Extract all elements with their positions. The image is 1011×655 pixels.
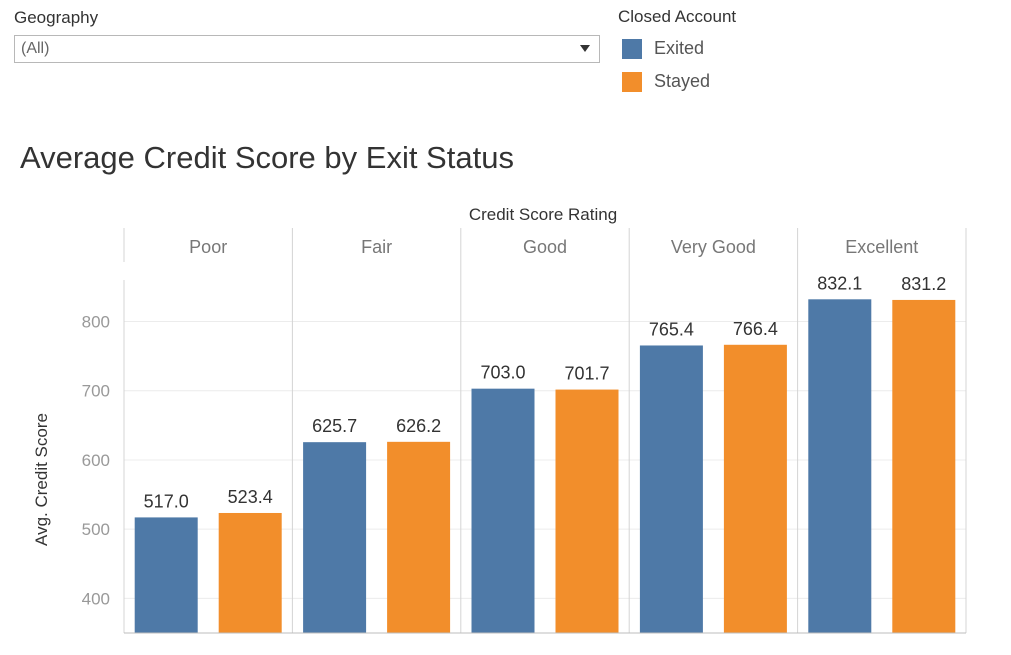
- bar-exited-poor: [134, 517, 198, 633]
- bar-stayed-good: [555, 389, 619, 633]
- bar-exited-fair: [303, 442, 367, 633]
- bar-stayed-very-good: [723, 344, 787, 633]
- geography-dropdown[interactable]: (All): [14, 35, 600, 63]
- category-label-fair: Fair: [361, 237, 392, 257]
- chart-title: Average Credit Score by Exit Status: [20, 140, 514, 175]
- geography-filter-label: Geography: [14, 8, 99, 27]
- y-tick-label: 700: [82, 382, 110, 401]
- geography-dropdown-value: (All): [21, 40, 50, 57]
- y-tick-label: 600: [82, 451, 110, 470]
- data-label-exited-good: 703.0: [480, 363, 525, 383]
- bar-stayed-poor: [218, 512, 282, 633]
- data-label-exited-poor: 517.0: [144, 491, 189, 511]
- category-label-excellent: Excellent: [845, 237, 918, 257]
- category-label-poor: Poor: [189, 237, 227, 257]
- bar-exited-good: [471, 388, 535, 633]
- data-label-stayed-good: 701.7: [564, 364, 609, 384]
- legend-label-exited: Exited: [654, 38, 705, 58]
- category-label-good: Good: [523, 237, 567, 257]
- data-label-exited-fair: 625.7: [312, 416, 357, 436]
- data-label-stayed-very-good: 766.4: [733, 319, 778, 339]
- legend-title: Closed Account: [618, 7, 737, 26]
- bar-exited-very-good: [639, 345, 703, 633]
- y-tick-label: 800: [82, 313, 110, 332]
- data-label-exited-very-good: 765.4: [649, 319, 694, 339]
- data-label-exited-excellent: 832.1: [817, 273, 862, 293]
- data-label-stayed-poor: 523.4: [228, 487, 273, 507]
- data-label-stayed-excellent: 831.2: [901, 274, 946, 294]
- category-label-very-good: Very Good: [671, 237, 756, 257]
- bar-stayed-fair: [387, 441, 451, 633]
- y-tick-label: 400: [82, 589, 110, 608]
- legend-label-stayed: Stayed: [654, 71, 711, 91]
- data-label-stayed-fair: 626.2: [396, 416, 441, 436]
- column-header-title: Credit Score Rating: [469, 205, 617, 224]
- legend-swatch-stayed: [622, 72, 642, 92]
- legend-swatch-exited: [622, 39, 642, 59]
- chevron-down-icon: [580, 45, 590, 52]
- y-tick-label: 500: [82, 520, 110, 539]
- bar-stayed-excellent: [892, 299, 956, 633]
- bar-exited-excellent: [808, 299, 872, 633]
- bar-chart: Credit Score Rating Poor Fair Good Very Good…: [32, 205, 967, 634]
- y-axis-title: Avg. Credit Score: [32, 413, 51, 546]
